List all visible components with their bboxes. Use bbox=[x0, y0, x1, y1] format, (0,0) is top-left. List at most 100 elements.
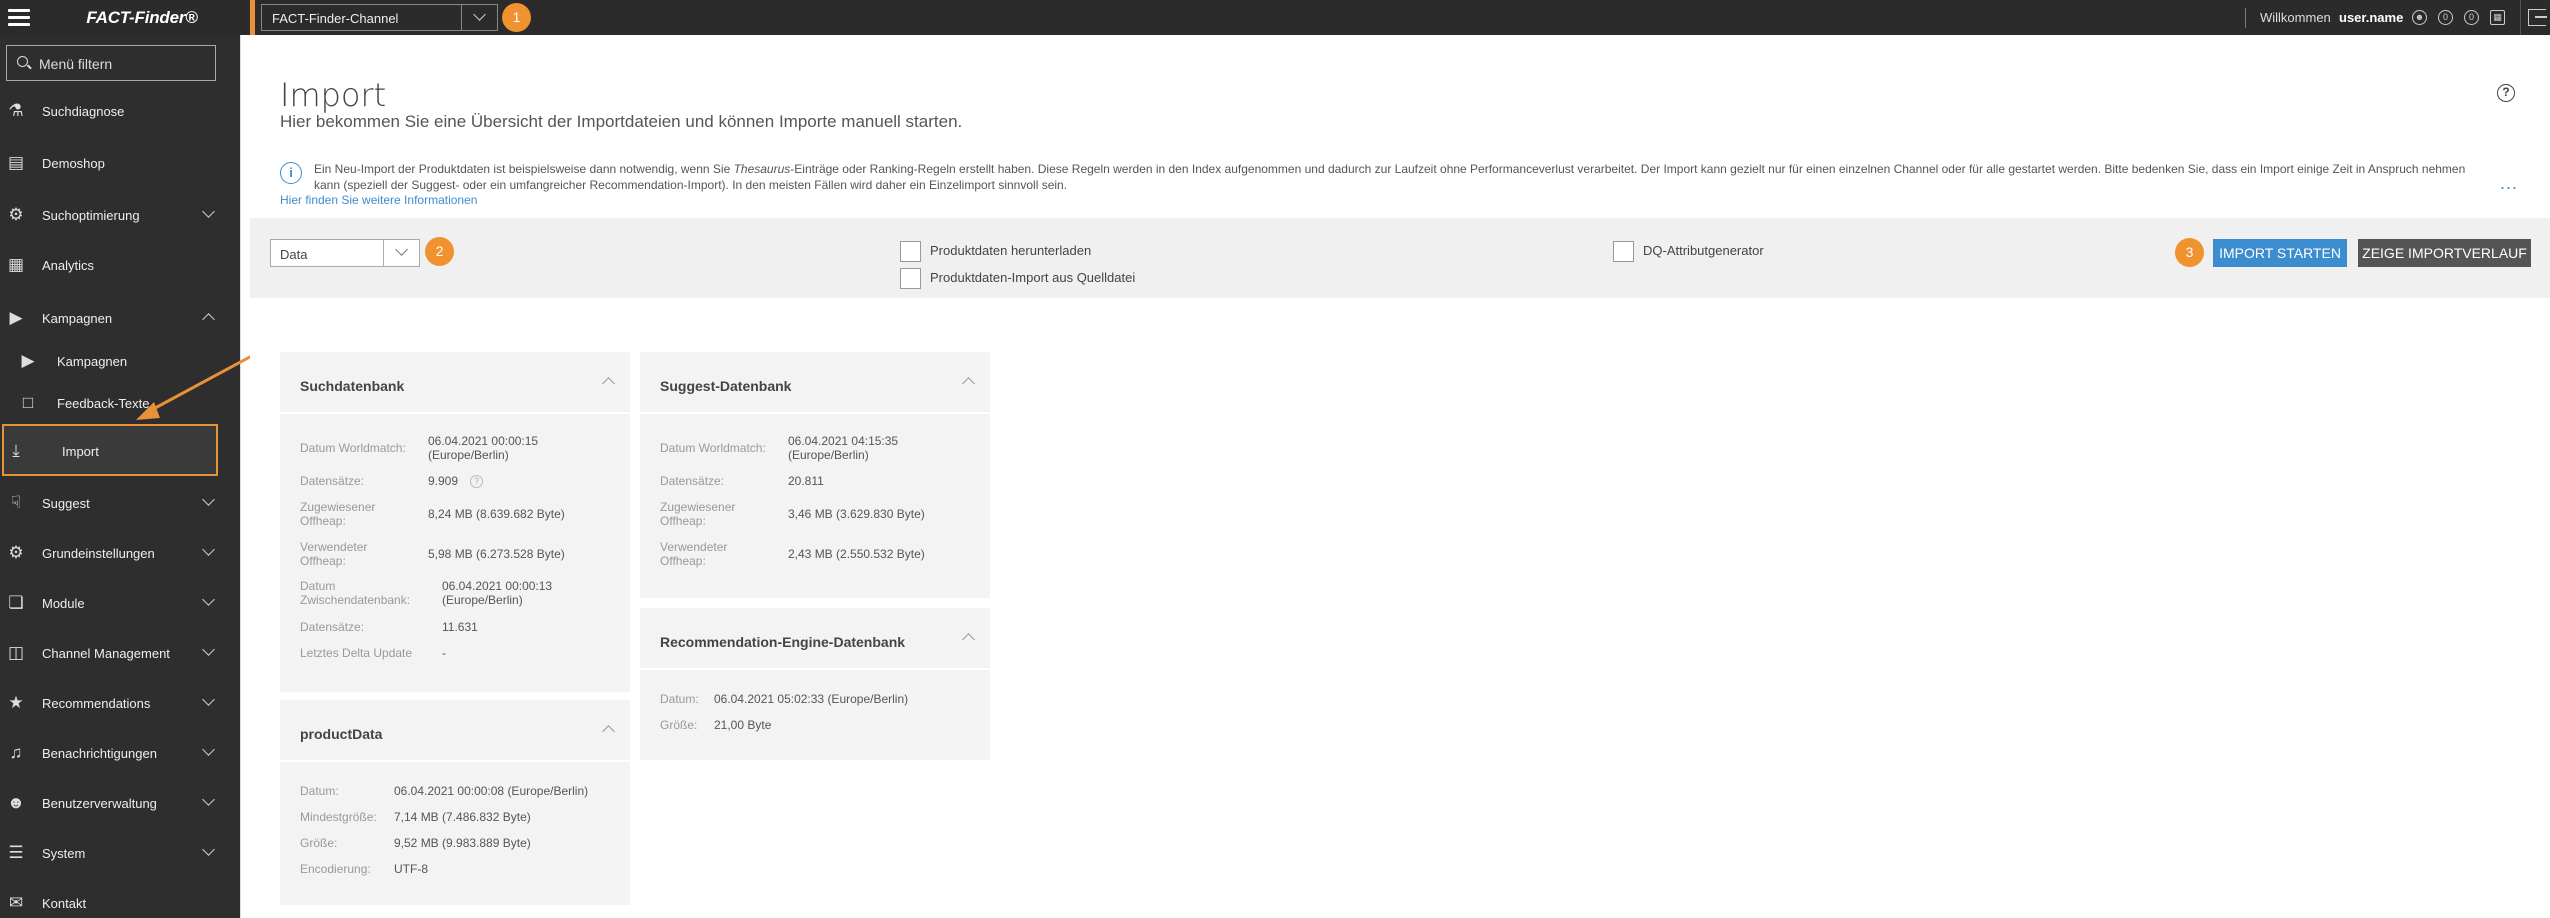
chevron-up-icon[interactable] bbox=[962, 377, 975, 390]
notification-count-icon[interactable]: 0 bbox=[2438, 10, 2453, 25]
row-value: 9,52 MB (9.983.889 Byte) bbox=[394, 836, 531, 850]
brand-logo: FACT-Finder® bbox=[86, 8, 198, 27]
info-box: i Ein Neu-Import der Produktdaten ist be… bbox=[280, 158, 2525, 208]
row-value: 06.04.2021 00:00:15 (Europe/Berlin) bbox=[428, 434, 539, 462]
sidebar-item-import[interactable]: ⤓ Import bbox=[0, 436, 240, 466]
sidebar-item-suchdiagnose[interactable]: ⚗ Suchdiagnose bbox=[0, 96, 240, 126]
channel-select[interactable]: FACT-Finder-Channel bbox=[261, 4, 498, 31]
row-label: Zugewiesener Offheap: bbox=[300, 500, 376, 528]
page-title: Import bbox=[280, 76, 387, 114]
mail-icon: ✉ bbox=[8, 893, 24, 912]
sidebar-item-analytics[interactable]: ▦ Analytics bbox=[0, 250, 240, 280]
chevron-down-icon bbox=[202, 793, 215, 806]
card-divider bbox=[280, 760, 630, 762]
megaphone-icon: ▶ bbox=[21, 351, 35, 370]
sidebar-item-grundeinstellungen[interactable]: ⚙ Grundeinstellungen bbox=[0, 538, 240, 568]
channel-icon: ◫ bbox=[7, 643, 25, 662]
suggest-icon: ☟ bbox=[10, 493, 22, 512]
calculator-icon[interactable]: ▦ bbox=[2490, 10, 2505, 25]
sidebar-item-suchoptimierung[interactable]: ⚙ Suchoptimierung bbox=[0, 200, 240, 230]
download-product-data-checkbox[interactable] bbox=[900, 241, 921, 262]
more-info-link[interactable]: Hier finden Sie weitere Informationen bbox=[280, 193, 477, 207]
bell-icon: ♫ bbox=[9, 743, 23, 762]
sidebar-item-suggest[interactable]: ☟ Suggest bbox=[0, 488, 240, 518]
row-value: 06.04.2021 05:02:33 (Europe/Berlin) bbox=[714, 692, 909, 706]
chevron-up-icon[interactable] bbox=[962, 633, 975, 646]
sidebar-item-label: System bbox=[42, 846, 86, 861]
sidebar-item-channel-management[interactable]: ◫ Channel Management bbox=[0, 638, 240, 668]
import-toolbar bbox=[250, 218, 2550, 298]
sidebar-item-label: Demoshop bbox=[42, 156, 105, 171]
hamburger-menu-icon[interactable] bbox=[8, 9, 30, 26]
chevron-down-icon bbox=[395, 243, 408, 256]
channel-select-dropdown-button[interactable] bbox=[461, 5, 497, 30]
row-value: 2,43 MB (2.550.532 Byte) bbox=[788, 547, 925, 561]
sidebar-item-kampagnen[interactable]: ▶ Kampagnen bbox=[0, 303, 240, 333]
gears-icon: ⚙ bbox=[8, 205, 24, 224]
logout-icon[interactable] bbox=[2528, 9, 2547, 26]
chevron-up-icon bbox=[202, 313, 215, 326]
import-from-source-checkbox[interactable] bbox=[900, 268, 921, 289]
chevron-down-icon bbox=[202, 643, 215, 656]
sidebar-item-benachrichtigungen[interactable]: ♫ Benachrichtigungen bbox=[0, 738, 240, 768]
sidebar-item-label: Import bbox=[62, 444, 99, 459]
row-value: 5,98 MB (6.273.528 Byte) bbox=[428, 547, 565, 561]
sidebar-item-recommendations[interactable]: ★ Recommendations bbox=[0, 688, 240, 718]
import-type-select[interactable]: Data bbox=[270, 239, 420, 267]
row-label: Datum: bbox=[300, 784, 339, 798]
import-type-dropdown-button[interactable] bbox=[383, 240, 419, 266]
sidebar-item-label: Module bbox=[42, 596, 85, 611]
more-options-icon[interactable]: ... bbox=[2500, 173, 2518, 194]
task-count-icon[interactable]: 0 bbox=[2464, 10, 2479, 25]
help-icon[interactable]: ? bbox=[470, 475, 483, 488]
dq-attribute-generator-label: DQ-Attributgenerator bbox=[1643, 243, 1764, 258]
row-label: Datum Worldmatch: bbox=[300, 441, 406, 455]
row-label: Datum Worldmatch: bbox=[660, 441, 766, 455]
chevron-up-icon[interactable] bbox=[602, 725, 615, 738]
row-label: Zugewiesener Offheap: bbox=[660, 500, 736, 528]
user-profile-icon[interactable]: ☻ bbox=[2412, 10, 2427, 25]
row-label: Größe: bbox=[300, 836, 338, 850]
chevron-up-icon[interactable] bbox=[602, 377, 615, 390]
card-suggest-datenbank: Suggest-Datenbank Datum Worldmatch: 06.0… bbox=[640, 352, 990, 598]
card-divider bbox=[280, 412, 630, 414]
chevron-down-icon bbox=[473, 8, 486, 21]
sidebar-item-label: Suchoptimierung bbox=[42, 208, 140, 223]
menu-filter-input[interactable]: Menü filtern bbox=[6, 45, 216, 81]
download-icon: ⤓ bbox=[12, 441, 20, 460]
card-divider bbox=[640, 668, 990, 670]
sidebar-item-label: Suggest bbox=[42, 496, 90, 511]
sidebar-item-label: Kampagnen bbox=[42, 311, 113, 326]
cart-icon: ▤ bbox=[7, 153, 25, 172]
dq-attribute-generator-checkbox[interactable] bbox=[1613, 241, 1634, 262]
sidebar-item-benutzerverwaltung[interactable]: ☻ Benutzerverwaltung bbox=[0, 788, 240, 818]
row-value: 7,14 MB (7.486.832 Byte) bbox=[394, 810, 531, 824]
row-value: 06.04.2021 04:15:35 (Europe/Berlin) bbox=[788, 434, 899, 462]
sidebar-item-module[interactable]: ❏ Module bbox=[0, 588, 240, 618]
start-import-button[interactable]: IMPORT STARTEN bbox=[2213, 239, 2347, 267]
card-suchdatenbank: Suchdatenbank Datum Worldmatch: 06.04.20… bbox=[280, 352, 630, 692]
help-icon[interactable]: ? bbox=[2497, 84, 2515, 102]
top-bar: FACT-Finder® FACT-Finder-Channel 1 Willk… bbox=[0, 0, 2550, 35]
sidebar-item-system[interactable]: ☰ System bbox=[0, 838, 240, 868]
megaphone-icon: ▶ bbox=[9, 308, 23, 327]
cube-icon: ❏ bbox=[8, 593, 24, 612]
row-value: - bbox=[442, 646, 446, 660]
sidebar-item-kontakt[interactable]: ✉ Kontakt bbox=[0, 888, 240, 918]
page-subtitle: Hier bekommen Sie eine Übersicht der Imp… bbox=[280, 112, 963, 131]
import-from-source-label: Produktdaten-Import aus Quelldatei bbox=[930, 270, 1136, 285]
row-value: 21,00 Byte bbox=[714, 718, 772, 732]
chevron-down-icon bbox=[202, 693, 215, 706]
row-label: Datensätze: bbox=[300, 620, 365, 634]
info-icon: i bbox=[280, 162, 302, 184]
sidebar-item-demoshop[interactable]: ▤ Demoshop bbox=[0, 148, 240, 178]
username[interactable]: user.name bbox=[2339, 10, 2403, 25]
star-icon: ★ bbox=[8, 693, 24, 712]
chevron-down-icon bbox=[202, 543, 215, 556]
row-value: 20.811 bbox=[788, 474, 824, 488]
row-label: Datum: bbox=[660, 692, 699, 706]
topbar-separator bbox=[2245, 8, 2246, 28]
sidebar-item-label: Benutzerverwaltung bbox=[42, 796, 157, 811]
show-import-history-button[interactable]: ZEIGE IMPORTVERLAUF bbox=[2358, 239, 2531, 267]
row-value: 9.909 bbox=[428, 474, 459, 488]
